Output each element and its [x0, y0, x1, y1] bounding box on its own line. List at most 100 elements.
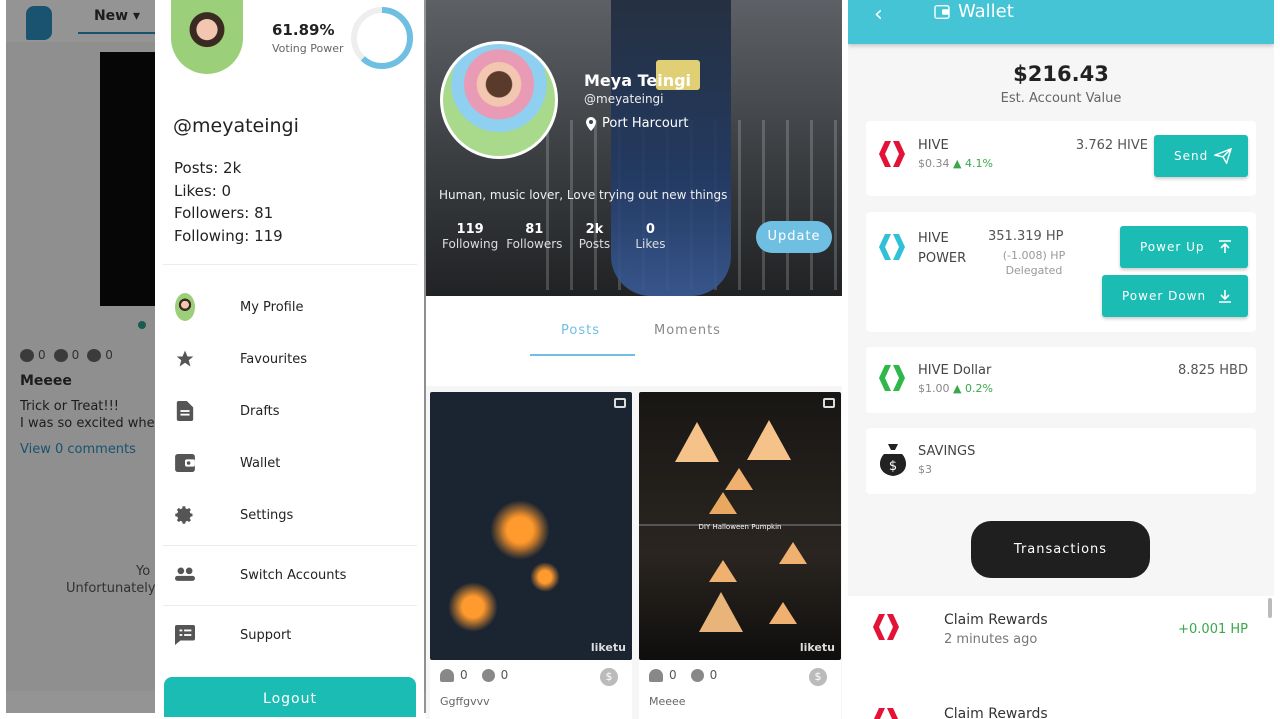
posts-grid: liketu 0 0 $ Ggffgvvv DIY Halloween Pump… [426, 386, 842, 719]
logout-button[interactable]: Logout [164, 677, 416, 717]
cover-photo-subject [611, 0, 731, 296]
active-tab-indicator [530, 354, 635, 356]
asset-amount: 8.825 HBD [1177, 363, 1248, 378]
star-icon [175, 349, 195, 369]
drawer-username: @meyateingi [173, 115, 299, 137]
savings-value: $3 [918, 463, 932, 476]
followers-count: Followers: 81 [174, 204, 274, 222]
dollar-icon[interactable]: $ [809, 668, 827, 686]
heart-icon[interactable] [649, 668, 663, 682]
heart-icon[interactable] [440, 668, 454, 682]
avatar-icon [175, 293, 195, 321]
multiple-images-icon [823, 398, 835, 408]
power-up-button[interactable]: Power Up [1120, 226, 1248, 268]
voting-power-percent: 61.89% [272, 21, 335, 39]
dollar-icon[interactable]: $ [600, 668, 618, 686]
menu-item-settings[interactable]: Settings [155, 495, 424, 535]
send-button[interactable]: Send [1154, 135, 1248, 177]
hive-red-logo-icon [873, 614, 899, 640]
voting-power-ring [351, 7, 413, 69]
image-caption: DIY Halloween Pumpkin [698, 523, 782, 531]
voting-power-label: Voting Power [272, 42, 344, 55]
asset-price: $0.34 ▲ 4.1% [918, 157, 993, 170]
post-image[interactable]: liketu [430, 392, 632, 660]
power-down-button[interactable]: Power Down [1102, 275, 1248, 317]
comment-icon[interactable] [690, 668, 704, 682]
profile-avatar[interactable] [440, 41, 558, 159]
account-value-label: Est. Account Value [1000, 91, 1122, 106]
profile-tabs: Posts Moments [426, 296, 842, 386]
asset-amount: 3.762 HIVE [1075, 138, 1148, 153]
hive-red-logo-icon [873, 708, 899, 719]
liketu-watermark: liketu [799, 641, 835, 654]
nav-drawer: 61.89% Voting Power @meyateingi Posts: 2… [155, 0, 424, 717]
arrow-down-icon [1219, 290, 1231, 303]
post-card[interactable]: liketu 0 0 $ Ggffgvvv [430, 392, 632, 719]
delegated-amount: (-1.008) HP Delegated [1002, 249, 1066, 277]
liketu-watermark: liketu [590, 641, 626, 654]
post-image[interactable]: DIY Halloween Pumpkin liketu [639, 392, 841, 660]
menu-item-drafts[interactable]: Drafts [155, 391, 424, 431]
avatar[interactable] [171, 0, 243, 74]
post-stats: 0 0 [440, 668, 508, 682]
screen: New ▾ 0 0 0 Meeee Trick or Treat!!! I wa… [0, 0, 1280, 719]
stat-posts[interactable]: 2k Posts [570, 222, 618, 251]
following-count: Following: 119 [174, 226, 283, 245]
menu-item-favourites[interactable]: Favourites [155, 339, 424, 379]
account-value: $216.43 [1013, 62, 1109, 86]
wallet-panel: ‹ Wallet $216.43 Est. Account Value HIVE… [848, 0, 1274, 719]
hbd-card: HIVE Dollar $1.00 ▲ 0.2% 8.825 HBD [866, 347, 1256, 413]
svg-text:$: $ [889, 459, 897, 474]
menu-item-switch-accounts[interactable]: Switch Accounts [155, 555, 424, 595]
tab-moments[interactable]: Moments [654, 323, 721, 338]
hive-red-logo-icon [879, 141, 905, 167]
asset-amount: 351.319 HP [988, 229, 1064, 244]
support-chat-icon [175, 625, 195, 645]
hive-card: HIVE $0.34 ▲ 4.1% 3.762 HIVE Send [866, 121, 1256, 196]
stat-following[interactable]: 119 Following [442, 222, 498, 251]
transaction-title: Claim Rewards [944, 612, 1048, 628]
tab-posts[interactable]: Posts [561, 323, 600, 338]
multiple-images-icon [614, 398, 626, 408]
asset-price: $1.00 ▲ 0.2% [918, 382, 993, 395]
post-card[interactable]: DIY Halloween Pumpkin liketu 0 0 $ Meeee [639, 392, 841, 719]
money-bag-icon: $ [879, 444, 907, 476]
profile-cover: Meya Teingi @meyateingi Port Harcourt Hu… [426, 0, 842, 296]
profile-handle: @meyateingi [584, 92, 664, 106]
transaction-title: Claim Rewards [944, 706, 1048, 719]
arrow-up-icon [1219, 240, 1231, 253]
comment-icon[interactable] [481, 668, 495, 682]
menu-item-my-profile[interactable]: My Profile [155, 287, 424, 327]
profile-location: Port Harcourt [586, 116, 689, 131]
profile-bio: Human, music lover, Love trying out new … [439, 188, 728, 202]
stat-followers[interactable]: 81 Followers [506, 222, 562, 251]
wallet-title: Wallet [934, 1, 1014, 22]
menu-item-support[interactable]: Support [155, 615, 424, 655]
asset-name: HIVE Dollar [918, 363, 992, 378]
hive-dollar-logo-icon [879, 365, 905, 391]
likes-count: Likes: 0 [174, 181, 232, 200]
posts-count: Posts: 2k [174, 159, 242, 177]
divider [163, 545, 417, 546]
location-pin-icon [586, 116, 596, 131]
transaction-time: 2 minutes ago [944, 632, 1038, 647]
transaction-list: Claim Rewards 2 minutes ago +0.001 HP Cl… [848, 596, 1274, 719]
scrollbar[interactable] [1268, 598, 1272, 618]
post-title: Ggffgvvv [440, 695, 490, 708]
wallet-icon [934, 4, 950, 19]
drawer-stats: Posts: 2k Likes: 0 Followers: 81 Followi… [174, 157, 283, 247]
transactions-button[interactable]: Transactions [971, 521, 1150, 578]
update-button[interactable]: Update [756, 221, 832, 253]
hive-power-logo-icon [879, 234, 905, 260]
hive-power-card: HIVE POWER 351.319 HP (-1.008) HP Delegate… [866, 212, 1256, 332]
stat-likes[interactable]: 0 Likes [626, 222, 674, 251]
menu-item-wallet[interactable]: Wallet [155, 443, 424, 483]
asset-name: HIVE [918, 138, 949, 153]
send-plane-icon [1214, 148, 1232, 164]
document-icon [175, 401, 195, 421]
transaction-amount: +0.001 HP [1178, 622, 1248, 637]
back-arrow-icon[interactable]: ‹ [874, 2, 883, 27]
post-title: Meeee [649, 695, 686, 708]
wallet-icon [175, 453, 195, 473]
switch-accounts-icon [175, 565, 195, 585]
